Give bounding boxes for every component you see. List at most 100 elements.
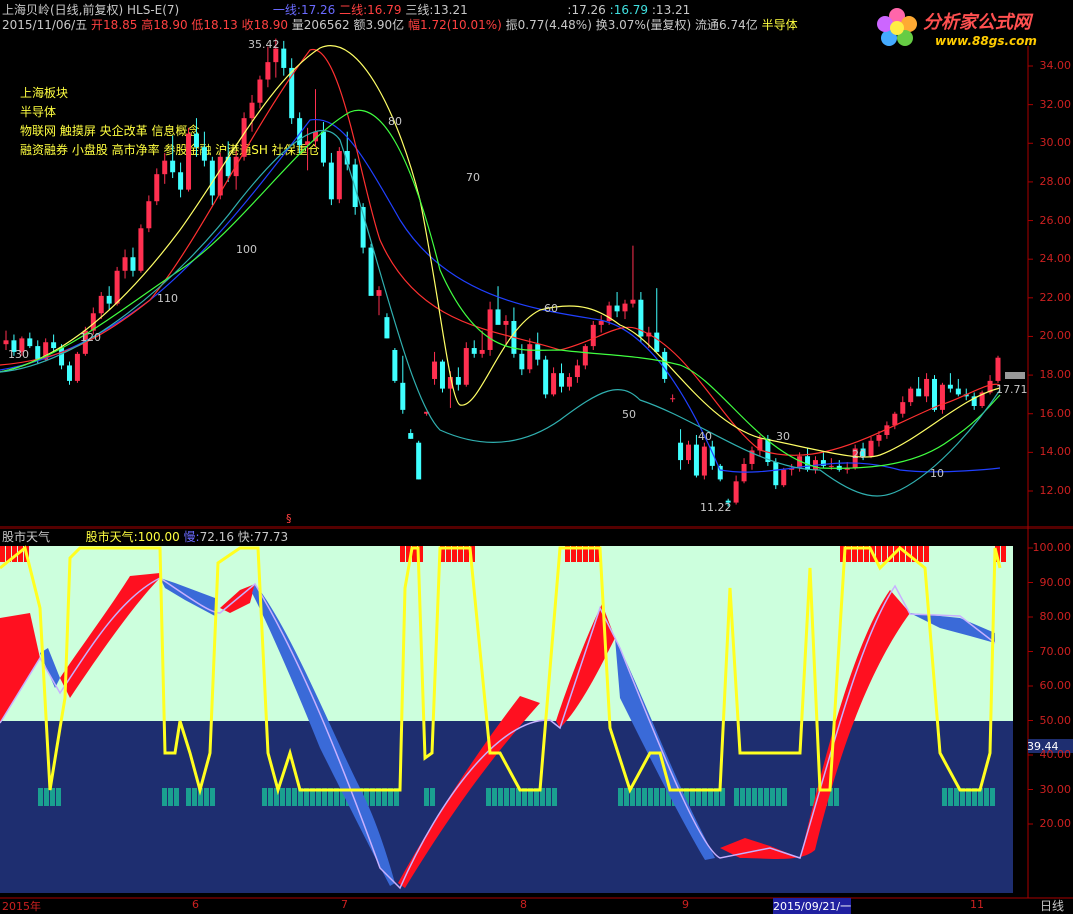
price-axis-label: 12.00 [1039,484,1072,497]
bottom-signal [286,788,291,806]
bottom-signal [546,788,551,806]
price-axis [1028,65,1033,492]
candle [130,247,136,277]
candle [685,440,691,464]
bottom-signal [430,788,435,806]
top-signal [924,546,929,562]
bottom-signal [204,788,209,806]
price-chart[interactable]: 80 70 100 110 120 130 60 50 40 30 20 10 § [0,0,1073,528]
candle [614,292,620,318]
indicator-axis-label: 20.00 [1039,817,1072,830]
bottom-signal [44,788,49,806]
candle [543,355,549,399]
candle [527,338,533,374]
candle [138,224,144,273]
candle [170,135,176,179]
candle [209,156,215,206]
price-axis-label: 26.00 [1039,213,1072,227]
price-axis-label: 28.00 [1039,174,1072,188]
price-axis-label: 14.00 [1039,445,1072,459]
candle [368,243,374,296]
period-label[interactable]: 日线 [1040,897,1064,914]
candle [384,313,390,339]
candle [908,386,914,406]
bottom-signal [752,788,757,806]
bottom-signal [186,788,191,806]
candle [281,40,287,76]
bottom-signal [782,788,787,806]
bottom-signal [990,788,995,806]
wave-label: 10 [930,467,944,480]
wave-label: 80 [388,115,402,128]
candle [701,442,707,480]
candle [868,436,874,459]
bottom-signal [56,788,61,806]
candle [27,332,33,349]
date-label: 6 [192,898,199,911]
bottom-signal [834,788,839,806]
candle [114,266,120,306]
candle [74,351,80,383]
top-signal [918,546,923,562]
candle [455,367,461,391]
wave-label: 30 [776,430,790,443]
bottom-signal [660,788,665,806]
candle [638,292,644,343]
candle [487,301,493,356]
indicator-axis-label: 60.00 [1039,679,1072,692]
wave-label: 20 [852,448,866,461]
price-axis-label: 30.00 [1039,136,1072,150]
candle [566,373,572,391]
candle [749,446,755,470]
bottom-signal [618,788,623,806]
bottom-signal [504,788,509,806]
candle [662,348,668,383]
candle [201,131,207,167]
candle [178,162,184,198]
bottom-signal [192,788,197,806]
weather-indicator-chart[interactable] [0,528,1073,912]
candle [154,168,160,206]
candle [781,467,787,488]
ma-line-yellow [0,45,1001,458]
bottom-signal [162,788,167,806]
candle [820,452,826,468]
candle [360,203,366,254]
candle [400,355,406,414]
candle [297,112,303,153]
bottom-signal [740,788,745,806]
lower-zone [0,721,1013,893]
candle [289,58,295,124]
bottom-signal [498,788,503,806]
wave-label: 110 [157,292,178,305]
wave-label: 130 [8,348,29,361]
candle [551,367,557,397]
candle [408,429,414,439]
bottom-signal [764,788,769,806]
candle [630,245,636,308]
candle [939,382,945,414]
candle [670,394,676,403]
candle [590,321,596,350]
bottom-signal [746,788,751,806]
candle [622,299,628,320]
candle [598,315,604,333]
candle [265,46,271,88]
wave-label: 100 [236,243,257,256]
indicator-axis [1028,547,1033,825]
candle [51,334,57,352]
top-signal [400,546,405,562]
candle [106,286,112,310]
candle [471,340,477,358]
low-price-label: 11.22 [700,501,732,514]
candle [924,373,930,403]
indicator-axis-label: 90.00 [1039,575,1072,589]
bottom-signal [38,788,43,806]
bottom-signal [948,788,953,806]
candle [463,342,469,387]
candle [678,429,684,470]
candle [320,122,326,167]
price-axis-label: 18.00 [1039,368,1072,382]
bottom-signal [954,788,959,806]
candle [392,348,398,383]
